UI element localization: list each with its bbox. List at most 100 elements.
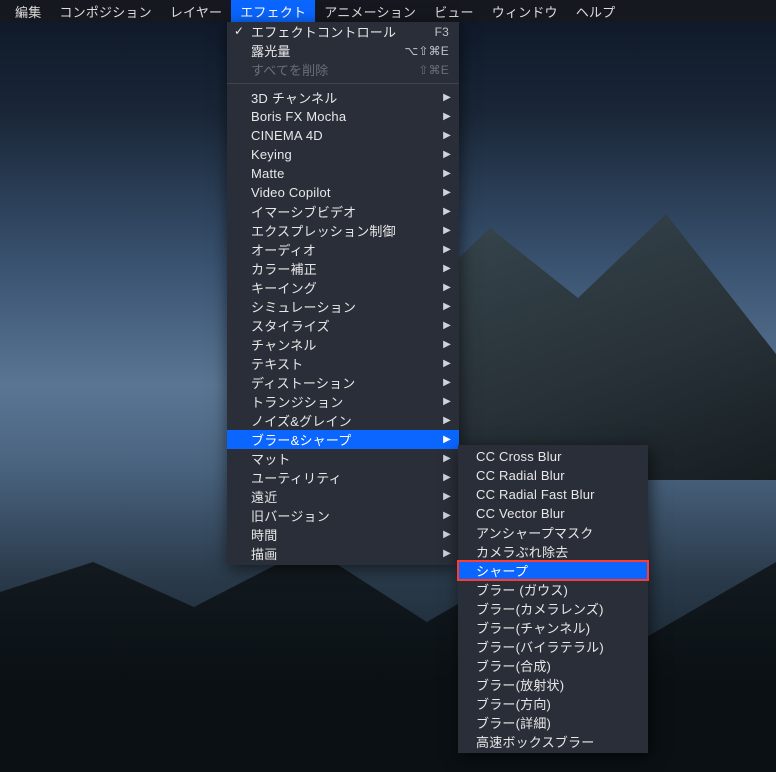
blur-sharpen-item[interactable]: ブラー(詳細) — [458, 713, 648, 732]
blur-sharpen-item[interactable]: CC Radial Blur — [458, 466, 648, 485]
submenu-arrow-icon: ▶ — [443, 111, 451, 122]
submenu-item-label: CC Radial Fast Blur — [476, 487, 595, 502]
blur-sharpen-item[interactable]: ブラー(チャンネル) — [458, 618, 648, 637]
blur-sharpen-item[interactable]: CC Radial Fast Blur — [458, 485, 648, 504]
submenu-item-label: ブラー(合成) — [476, 656, 551, 675]
menubar-item-3[interactable]: エフェクト — [231, 0, 315, 23]
submenu-arrow-icon: ▶ — [443, 301, 451, 312]
effect-category-item[interactable]: カラー補正 ▶ — [227, 259, 459, 278]
submenu-arrow-icon: ▶ — [443, 510, 451, 521]
menu-item-label: CINEMA 4D — [251, 128, 323, 143]
submenu-item-label: CC Cross Blur — [476, 449, 562, 464]
menubar-item-4[interactable]: アニメーション — [315, 0, 425, 23]
submenu-arrow-icon: ▶ — [443, 548, 451, 559]
blur-sharpen-item[interactable]: 高速ボックスブラー — [458, 732, 648, 751]
menu-item-label: Boris FX Mocha — [251, 109, 346, 124]
submenu-arrow-icon: ▶ — [443, 320, 451, 331]
menu-item-label: スタイライズ — [251, 316, 330, 335]
menu-shortcut: ⌥⇧⌘E — [404, 44, 449, 58]
effect-category-item[interactable]: 描画 ▶ — [227, 544, 459, 563]
blur-sharpen-item[interactable]: ブラー(方向) — [458, 694, 648, 713]
menubar: 編集コンポジションレイヤーエフェクトアニメーションビューウィンドウヘルプ — [0, 0, 776, 22]
submenu-item-label: CC Radial Blur — [476, 468, 565, 483]
menu-item-label: 遠近 — [251, 487, 277, 506]
menu-item-label: Matte — [251, 166, 285, 181]
menubar-item-6[interactable]: ウィンドウ — [483, 0, 567, 23]
submenu-item-label: ブラー (ガウス) — [476, 580, 568, 599]
menu-item-label: ブラー&シャープ — [251, 430, 352, 449]
blur-sharpen-item[interactable]: ブラー(放射状) — [458, 675, 648, 694]
effect-category-item[interactable]: Keying▶ — [227, 145, 459, 164]
menu-item-label: イマーシブビデオ — [251, 202, 356, 221]
submenu-arrow-icon: ▶ — [443, 358, 451, 369]
blur-sharpen-item[interactable]: シャープ — [458, 561, 648, 580]
menu-item-label: 旧バージョン — [251, 506, 330, 525]
submenu-arrow-icon: ▶ — [443, 415, 451, 426]
submenu-arrow-icon: ▶ — [443, 282, 451, 293]
menu-item-label: カラー補正 — [251, 259, 317, 278]
effect-category-item[interactable]: 遠近 ▶ — [227, 487, 459, 506]
effect-category-item[interactable]: 旧バージョン ▶ — [227, 506, 459, 525]
effect-category-item[interactable]: Matte▶ — [227, 164, 459, 183]
effect-category-item[interactable]: ブラー&シャープ ▶ — [227, 430, 459, 449]
effect-category-item[interactable]: CINEMA 4D▶ — [227, 126, 459, 145]
effect-category-item[interactable]: マット ▶ — [227, 449, 459, 468]
menu-item-label: 3D チャンネル — [251, 88, 337, 107]
menu-item-label: マット — [251, 449, 291, 468]
menu-item-label: キーイング — [251, 278, 317, 297]
effect-category-item[interactable]: テキスト▶ — [227, 354, 459, 373]
menubar-item-7[interactable]: ヘルプ — [567, 0, 625, 23]
blur-sharpen-item[interactable]: ブラー(カメラレンズ) — [458, 599, 648, 618]
submenu-arrow-icon: ▶ — [443, 263, 451, 274]
menubar-item-1[interactable]: コンポジション — [50, 0, 160, 23]
effect-category-item[interactable]: ノイズ&グレイン▶ — [227, 411, 459, 430]
menu-item-label: 露光量 — [251, 41, 291, 60]
blur-sharpen-item[interactable]: アンシャープマスク — [458, 523, 648, 542]
effect-menu-item-1[interactable]: 露光量 ⌥⇧⌘E — [227, 41, 459, 60]
check-icon: ✓ — [234, 24, 244, 38]
effect-category-item[interactable]: 3D チャンネル ▶ — [227, 88, 459, 107]
submenu-arrow-icon: ▶ — [443, 244, 451, 255]
effect-category-item[interactable]: シミュレーション▶ — [227, 297, 459, 316]
effect-category-item[interactable]: 時間▶ — [227, 525, 459, 544]
submenu-arrow-icon: ▶ — [443, 339, 451, 350]
submenu-arrow-icon: ▶ — [443, 92, 451, 103]
submenu-arrow-icon: ▶ — [443, 225, 451, 236]
submenu-arrow-icon: ▶ — [443, 149, 451, 160]
effect-category-item[interactable]: イマーシブビデオ▶ — [227, 202, 459, 221]
blur-sharpen-item[interactable]: カメラぶれ除去 — [458, 542, 648, 561]
submenu-arrow-icon: ▶ — [443, 377, 451, 388]
effect-category-item[interactable]: Boris FX Mocha ▶ — [227, 107, 459, 126]
menu-item-label: Video Copilot — [251, 185, 331, 200]
submenu-item-label: カメラぶれ除去 — [476, 542, 568, 561]
effect-category-item[interactable]: ユーティリティ▶ — [227, 468, 459, 487]
menu-item-label: エクスプレッション制御 — [251, 221, 396, 240]
submenu-arrow-icon: ▶ — [443, 434, 451, 445]
submenu-arrow-icon: ▶ — [443, 491, 451, 502]
effect-category-item[interactable]: Video Copilot▶ — [227, 183, 459, 202]
effect-menu-item-2: すべてを削除⇧⌘E — [227, 60, 459, 79]
submenu-item-label: ブラー(カメラレンズ) — [476, 599, 604, 618]
effect-category-item[interactable]: キーイング ▶ — [227, 278, 459, 297]
effect-category-item[interactable]: ディストーション▶ — [227, 373, 459, 392]
effect-category-item[interactable]: トランジション▶ — [227, 392, 459, 411]
menubar-item-0[interactable]: 編集 — [6, 0, 50, 23]
blur-sharpen-item[interactable]: CC Cross Blur — [458, 447, 648, 466]
effect-category-item[interactable]: チャンネル▶ — [227, 335, 459, 354]
effect-category-item[interactable]: オーディオ▶ — [227, 240, 459, 259]
submenu-arrow-icon: ▶ — [443, 453, 451, 464]
blur-sharpen-item[interactable]: ブラー(バイラテラル) — [458, 637, 648, 656]
effect-category-item[interactable]: エクスプレッション制御 ▶ — [227, 221, 459, 240]
blur-sharpen-item[interactable]: ブラー(合成) — [458, 656, 648, 675]
submenu-item-label: シャープ — [476, 561, 528, 580]
menubar-item-5[interactable]: ビュー — [425, 0, 483, 23]
effect-menu-item-0[interactable]: ✓エフェクトコントロールF3 — [227, 22, 459, 41]
blur-sharpen-submenu: CC Cross Blur CC Radial Blur CC Radial Fas… — [458, 445, 648, 753]
menubar-item-2[interactable]: レイヤー — [161, 0, 231, 23]
blur-sharpen-item[interactable]: CC Vector Blur — [458, 504, 648, 523]
menu-item-label: 描画 — [251, 544, 277, 563]
menu-item-label: ユーティリティ — [251, 468, 342, 487]
effect-category-item[interactable]: スタイライズ ▶ — [227, 316, 459, 335]
blur-sharpen-item[interactable]: ブラー (ガウス) — [458, 580, 648, 599]
submenu-item-label: ブラー(バイラテラル) — [476, 637, 604, 656]
